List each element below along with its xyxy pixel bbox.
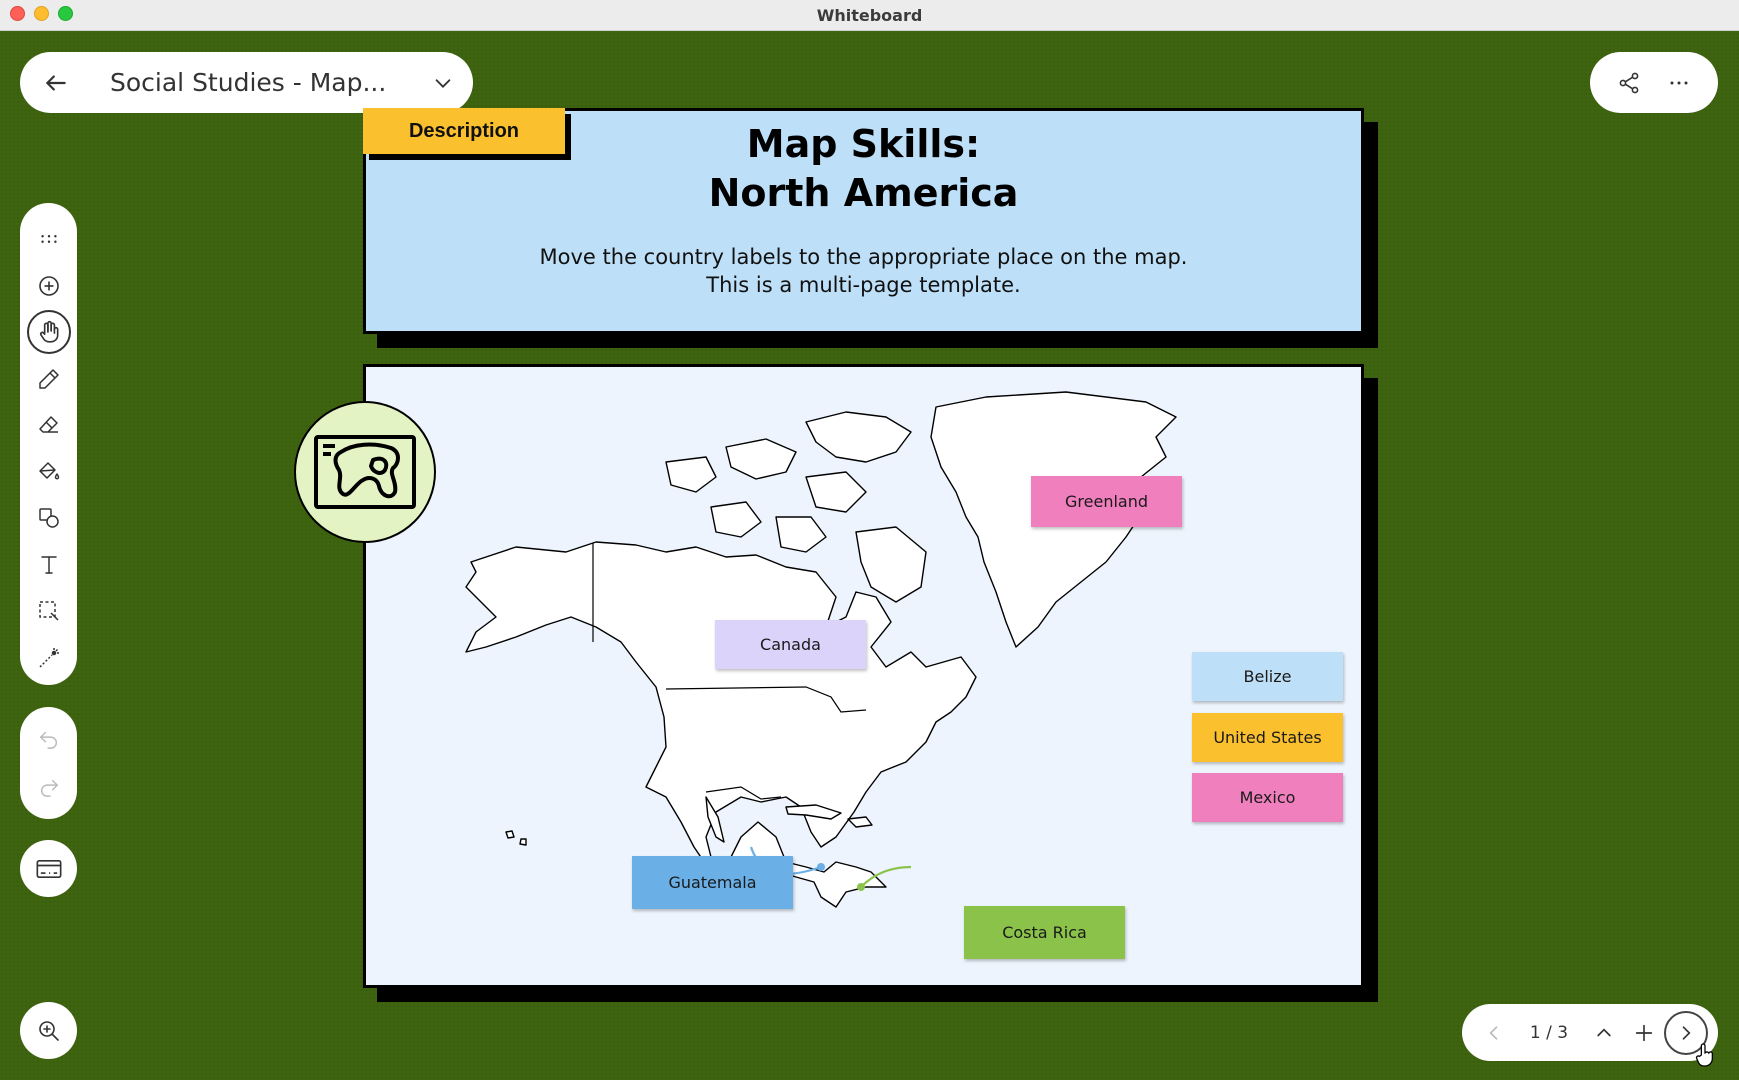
undo-button[interactable] bbox=[29, 719, 69, 759]
arctic-island-5 bbox=[710, 501, 762, 538]
shapes-icon bbox=[38, 508, 59, 528]
arctic-island-2 bbox=[725, 438, 797, 480]
page-indicator: 1 / 3 bbox=[1529, 1022, 1569, 1043]
laser-pointer-icon bbox=[38, 647, 59, 668]
cursor-hand-icon bbox=[1695, 1043, 1713, 1067]
plus-icon bbox=[1635, 1024, 1653, 1041]
card-description-line1: Move the country labels to the appropria… bbox=[539, 245, 1188, 269]
page-list-button[interactable] bbox=[1584, 1013, 1624, 1053]
templates-button[interactable] bbox=[20, 840, 77, 897]
map-icon bbox=[314, 435, 416, 509]
laser-tool[interactable] bbox=[27, 636, 71, 680]
share-menu-bar bbox=[1590, 52, 1718, 113]
label-mexico-text: Mexico bbox=[1239, 788, 1296, 807]
map-badge[interactable] bbox=[294, 401, 436, 543]
shapes-tool[interactable] bbox=[27, 496, 71, 540]
label-guatemala-text: Guatemala bbox=[668, 873, 757, 892]
label-united-states-text: United States bbox=[1213, 728, 1322, 747]
guatemala-connector-dot bbox=[817, 863, 825, 871]
more-horizontal-icon bbox=[1670, 81, 1688, 84]
chevron-down-icon bbox=[435, 78, 451, 88]
label-costa-rica-text: Costa Rica bbox=[1002, 923, 1087, 942]
label-belize[interactable]: Belize bbox=[1192, 652, 1343, 701]
undo-icon bbox=[39, 731, 57, 749]
window-title: Whiteboard bbox=[816, 5, 923, 25]
tools-toolbar bbox=[20, 203, 77, 685]
arctic-island-7 bbox=[855, 526, 927, 603]
label-greenland[interactable]: Greenland bbox=[1031, 476, 1182, 527]
back-button[interactable] bbox=[20, 52, 92, 113]
zoom-in-icon bbox=[38, 1020, 59, 1041]
chevron-left-icon bbox=[1489, 1025, 1498, 1040]
window-controls bbox=[10, 6, 73, 21]
zoom-button[interactable] bbox=[20, 1002, 77, 1059]
minimize-window-button[interactable] bbox=[34, 6, 49, 21]
card-description: Move the country labels to the appropria… bbox=[363, 243, 1364, 299]
share-icon bbox=[1619, 72, 1639, 93]
template-icon bbox=[36, 859, 61, 878]
add-tool[interactable] bbox=[27, 264, 71, 308]
label-greenland-text: Greenland bbox=[1065, 492, 1148, 511]
text-icon bbox=[40, 555, 57, 574]
close-window-button[interactable] bbox=[10, 6, 25, 21]
card-description-line2: This is a multi-page template. bbox=[706, 273, 1021, 297]
arctic-island-6 bbox=[775, 516, 827, 553]
text-tool[interactable] bbox=[27, 543, 71, 587]
arctic-island-4 bbox=[805, 471, 867, 513]
hand-icon bbox=[39, 320, 58, 343]
whiteboard-window: Whiteboard Social Studies - Map... Descr… bbox=[0, 0, 1739, 1080]
hand-tool[interactable] bbox=[26, 310, 71, 354]
card-title-line1: Map Skills: bbox=[746, 122, 981, 166]
pencil-icon bbox=[38, 368, 59, 389]
chevron-up-icon bbox=[1597, 1027, 1611, 1036]
arctic-island-1 bbox=[805, 411, 912, 463]
toolbar-drag-handle[interactable] bbox=[27, 217, 71, 261]
paint-bucket-icon bbox=[38, 461, 59, 479]
select-tool[interactable] bbox=[27, 589, 71, 633]
hawaii-shape bbox=[505, 830, 527, 846]
more-options-button[interactable] bbox=[1659, 63, 1699, 103]
lasso-select-icon bbox=[38, 601, 59, 621]
card-title: Map Skills: North America bbox=[363, 120, 1364, 218]
grip-dots-icon bbox=[40, 235, 57, 243]
costa-rica-connector-dot bbox=[857, 883, 865, 891]
page-navigator: 1 / 3 bbox=[1462, 1004, 1718, 1061]
chevron-right-icon bbox=[1682, 1025, 1691, 1040]
board-name[interactable]: Social Studies - Map... bbox=[92, 68, 413, 97]
hispaniola-shape bbox=[847, 816, 873, 828]
label-canada-text: Canada bbox=[760, 635, 821, 654]
title-bar: Whiteboard bbox=[0, 0, 1739, 31]
history-toolbar bbox=[20, 707, 77, 819]
previous-page-button[interactable] bbox=[1474, 1013, 1514, 1053]
label-guatemala[interactable]: Guatemala bbox=[632, 856, 793, 909]
add-page-button[interactable] bbox=[1624, 1013, 1664, 1053]
board-menu-button[interactable] bbox=[413, 52, 473, 113]
fill-tool[interactable] bbox=[27, 450, 71, 494]
label-canada[interactable]: Canada bbox=[715, 620, 866, 669]
board-title-bar: Social Studies - Map... bbox=[20, 52, 473, 113]
zoom-window-button[interactable] bbox=[58, 6, 73, 21]
label-belize-text: Belize bbox=[1243, 667, 1292, 686]
label-costa-rica[interactable]: Costa Rica bbox=[964, 906, 1125, 959]
pen-tool[interactable] bbox=[27, 357, 71, 401]
card-title-line2: North America bbox=[708, 171, 1019, 215]
plus-circle-icon bbox=[38, 275, 59, 296]
eraser-tool[interactable] bbox=[27, 403, 71, 447]
label-united-states[interactable]: United States bbox=[1192, 713, 1343, 762]
label-mexico[interactable]: Mexico bbox=[1192, 773, 1343, 822]
arctic-island-3 bbox=[665, 456, 717, 493]
redo-button[interactable] bbox=[29, 767, 69, 807]
redo-icon bbox=[40, 779, 58, 797]
eraser-icon bbox=[38, 416, 58, 433]
arrow-left-icon bbox=[46, 74, 66, 91]
share-button[interactable] bbox=[1609, 63, 1649, 103]
